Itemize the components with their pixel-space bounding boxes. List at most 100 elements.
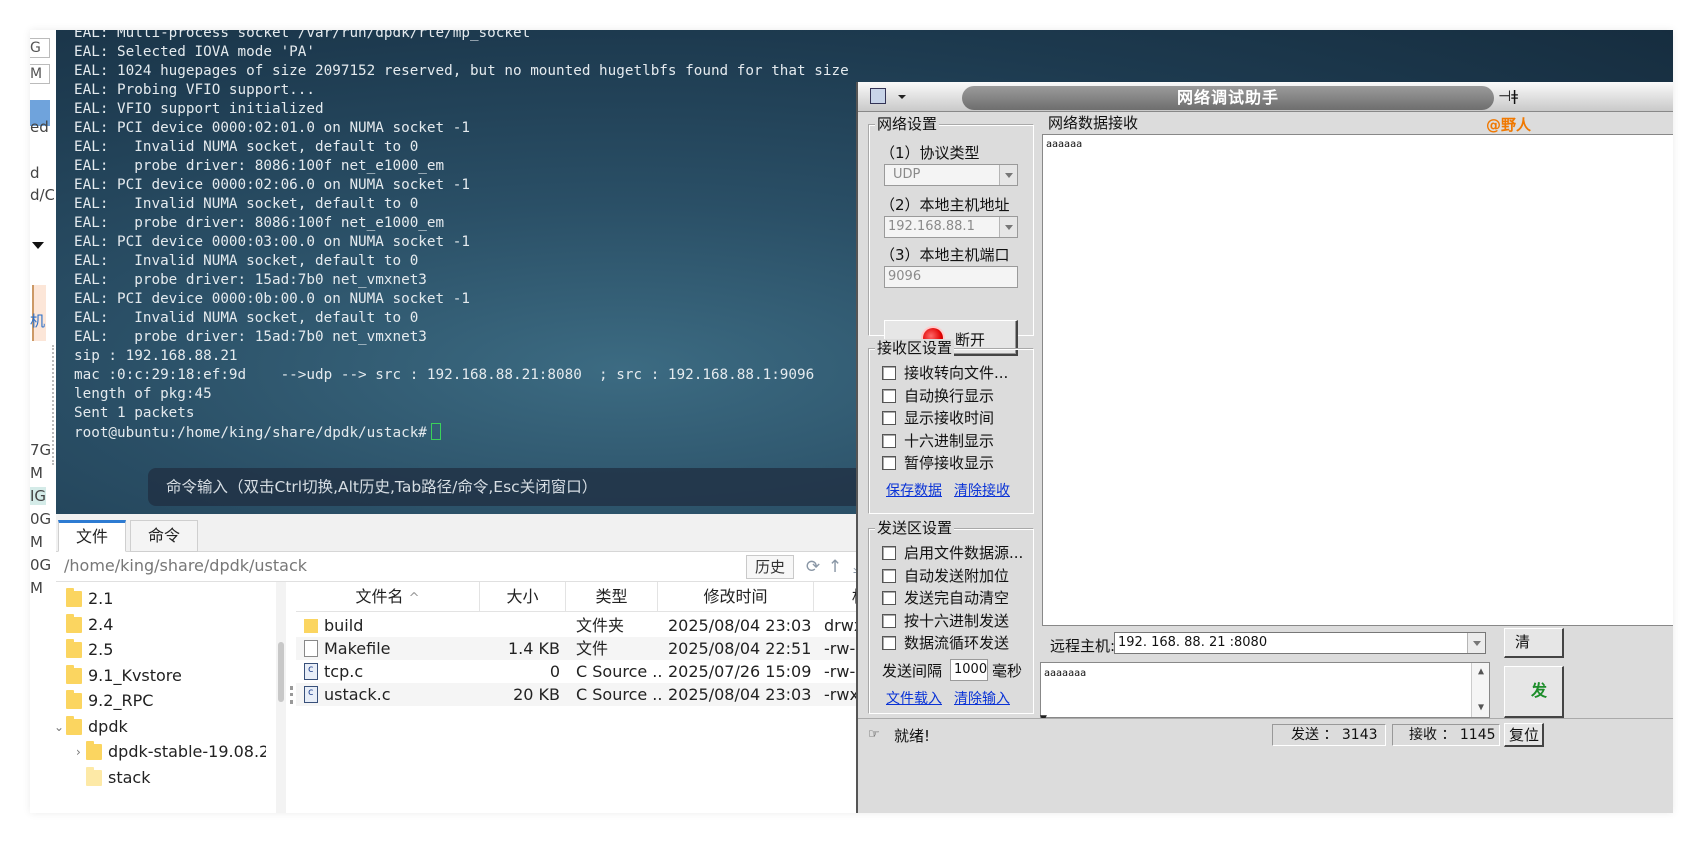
chevron-right-icon[interactable]: ›: [76, 739, 81, 765]
file-name: ustack.c: [324, 685, 391, 704]
col-type[interactable]: 类型: [566, 582, 658, 612]
strip-box: M: [30, 64, 50, 84]
protocol-label: （1）协议类型: [880, 144, 980, 162]
load-file-link[interactable]: 文件载入: [886, 690, 942, 708]
local-ip-value: 192.168.88.1: [888, 219, 975, 234]
local-port-input[interactable]: 9096: [884, 266, 1018, 288]
clear-button[interactable]: 清: [1504, 628, 1564, 658]
chevron-down-icon[interactable]: ⌄: [56, 714, 64, 740]
option-checkbox[interactable]: [882, 433, 896, 448]
terminal-line: Sent 1 packets: [74, 405, 195, 421]
reset-button[interactable]: 复位: [1504, 723, 1544, 747]
option-label: 接收转向文件...: [904, 364, 1009, 382]
file-manager-tabs: 文件 命令: [56, 514, 956, 552]
remote-host-value: 192. 168. 88. 21 :8080: [1118, 635, 1268, 650]
send-data-area[interactable]: aaaaaaa ▲ ▼: [1040, 662, 1490, 718]
option-label: 启用文件数据源...: [904, 544, 1024, 562]
folder-icon: [66, 715, 82, 735]
tree-scroll-thumb[interactable]: [278, 642, 284, 702]
strip-text: M: [30, 533, 43, 551]
terminal-line: EAL: probe driver: 15ad:7b0 net_vmxnet3: [74, 329, 427, 345]
option-checkbox[interactable]: [882, 388, 896, 403]
file-type: C Source ...: [576, 662, 664, 681]
file-type: C Source ...: [576, 685, 664, 704]
remote-host-select[interactable]: 192. 168. 88. 21 :8080: [1114, 632, 1486, 654]
file-name: build: [324, 616, 364, 635]
author-watermark: @野人: [1486, 116, 1532, 134]
refresh-icon[interactable]: ⟳: [802, 556, 824, 578]
tab-commands[interactable]: 命令: [130, 520, 198, 552]
terminal-prompt-line[interactable]: root@ubuntu:/home/king/share/dpdk/ustack…: [74, 423, 849, 442]
file-size: 20 KB: [513, 685, 560, 704]
option-checkbox[interactable]: [882, 411, 896, 425]
folder-icon: [66, 690, 82, 709]
tree-item-label: 2.5: [88, 640, 114, 659]
file-name: tcp.c: [324, 662, 364, 681]
option-checkbox[interactable]: [882, 636, 896, 650]
option-label: 显示接收时间: [904, 409, 995, 427]
interval-input[interactable]: 1000: [950, 659, 988, 681]
group-title: 接收区设置: [875, 339, 955, 357]
scroll-up-icon[interactable]: ▲: [1476, 667, 1486, 677]
protocol-select[interactable]: UDP: [884, 164, 1018, 186]
dropdown-arrow-icon[interactable]: [999, 217, 1017, 237]
local-ip-select[interactable]: 192.168.88.1: [884, 216, 1018, 238]
terminal-line: mac :0:c:29:18:ef:9d -->udp --> src : 19…: [74, 367, 815, 383]
scroll-down-icon[interactable]: ▼: [1476, 703, 1486, 713]
clear-recv-link[interactable]: 清除接收: [954, 482, 1010, 500]
option-checkbox[interactable]: [882, 546, 896, 560]
pane-splitter[interactable]: [290, 686, 293, 704]
option-checkbox[interactable]: [882, 568, 896, 583]
tree-item-label: 2.1: [88, 589, 114, 608]
option-checkbox[interactable]: [882, 613, 896, 628]
history-button[interactable]: 历史: [746, 555, 794, 579]
splitter-dots[interactable]: [52, 345, 54, 465]
group-title: 网络设置: [875, 115, 940, 133]
dropdown-arrow-icon[interactable]: [1467, 633, 1485, 653]
status-hand-icon: ☞: [868, 727, 880, 742]
strip-text: M: [30, 579, 43, 597]
network-app-icon[interactable]: [870, 88, 886, 104]
status-ready: 就绪!: [894, 727, 931, 745]
system-menu-arrow-icon[interactable]: [898, 95, 906, 99]
path-input[interactable]: /home/king/share/dpdk/ustack: [64, 556, 307, 575]
collapse-arrow-icon[interactable]: [32, 242, 44, 249]
option-checkbox[interactable]: [882, 366, 896, 380]
tree-item-label: dpdk-stable-19.08.2: [108, 742, 266, 761]
local-ip-label: （2）本地主机地址: [880, 196, 1010, 214]
pin-icon[interactable]: ⊣ǂ: [1498, 87, 1518, 105]
tree-item-label: dpdk: [88, 716, 128, 736]
col-name[interactable]: 文件名 ^: [296, 582, 480, 612]
option-label: 数据流循环发送: [904, 634, 1010, 652]
save-data-link[interactable]: 保存数据: [886, 482, 942, 500]
option-checkbox[interactable]: [882, 591, 896, 605]
file-modified: 2025/08/04 22:51: [668, 639, 812, 658]
terminal-line: EAL: Invalid NUMA socket, default to 0: [74, 310, 419, 326]
tab-files[interactable]: 文件: [58, 520, 126, 552]
col-modified[interactable]: 修改时间: [658, 582, 814, 612]
strip-text: d: [30, 164, 40, 182]
strip-link-text[interactable]: 机: [30, 310, 45, 331]
strip-text: G: [30, 40, 41, 56]
terminal-line: EAL: probe driver: 8086:100f net_e1000_e…: [74, 215, 445, 231]
send-button[interactable]: 发: [1504, 666, 1564, 718]
tree-scrollbar[interactable]: [276, 582, 286, 813]
clear-input-link[interactable]: 清除输入: [954, 690, 1010, 708]
left-partial-panel: G M ed d d/C 机 7G M IG 0G M 0G M: [30, 30, 54, 813]
terminal-line: EAL: Selected IOVA mode 'PA': [74, 44, 316, 60]
dropdown-arrow-icon[interactable]: [999, 165, 1017, 185]
option-checkbox[interactable]: [882, 456, 896, 470]
title-bar[interactable]: 网络调试助手 ⊣ǂ: [858, 82, 1673, 112]
strip-text: d/C: [30, 186, 54, 204]
send-scrollbar[interactable]: ▲ ▼: [1471, 663, 1489, 717]
desktop-window: G M ed d d/C 机 7G M IG 0G M 0G M EAL: Mu…: [30, 30, 1673, 813]
terminal-line: EAL: PCI device 0000:02:06.0 on NUMA soc…: [74, 177, 470, 193]
file-manager: 文件 命令 /home/king/share/dpdk/ustack 历史 ⟳ …: [56, 514, 956, 813]
option-label: 暂停接收显示: [904, 454, 995, 472]
tree-item-label: stack: [108, 767, 151, 787]
strip-text: M: [30, 464, 43, 482]
up-dir-icon[interactable]: ↑: [824, 556, 846, 578]
recv-data-area[interactable]: aaaaaa: [1042, 134, 1673, 626]
folder-tree: 2.1 2.4 2.5 9.1_Kvstore 9.2_RPC ⌄ dpdk › dpdk-st…: [56, 582, 266, 813]
col-size[interactable]: 大小: [480, 582, 566, 612]
